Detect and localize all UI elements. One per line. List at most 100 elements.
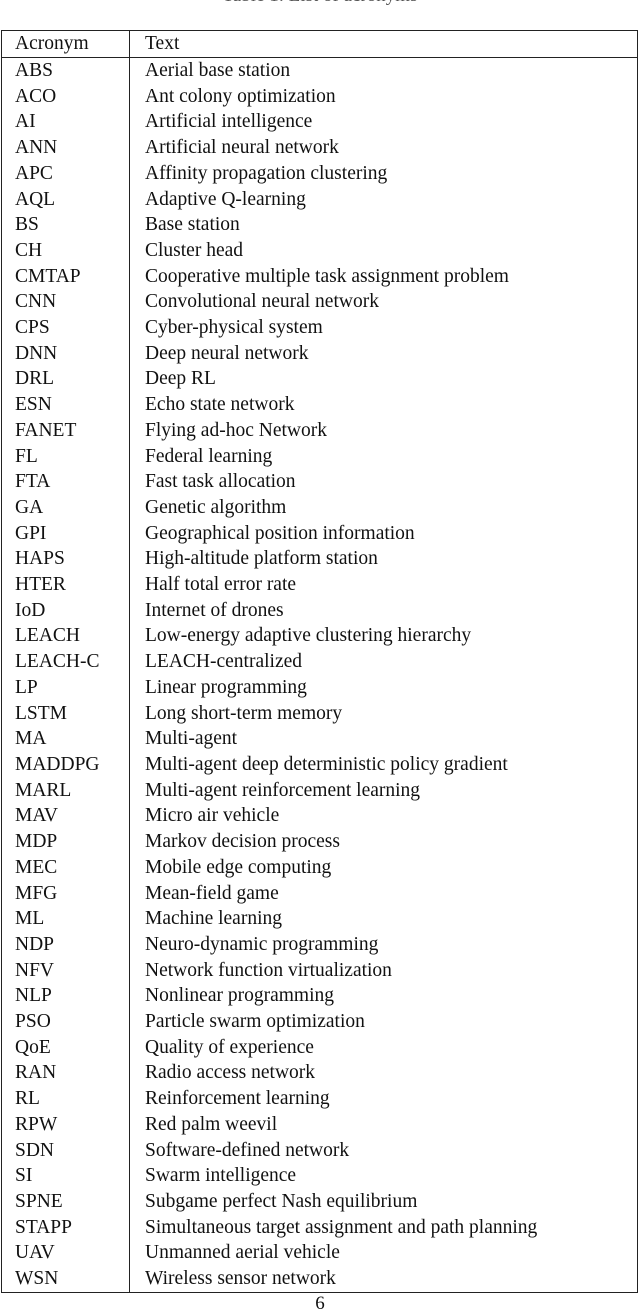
definition-cell: Markov decision process xyxy=(145,831,340,853)
table-row: LEACH Low-energy adaptive clustering hier… xyxy=(1,623,638,650)
acronym-cell: RL xyxy=(1,1086,130,1112)
definition-cell: Artificial intelligence xyxy=(145,111,313,133)
definition-cell: Convolutional neural network xyxy=(145,291,379,313)
definition-cell: Swarm intelligence xyxy=(145,1165,297,1187)
acronym-cell: CH xyxy=(1,237,130,264)
acronym-cell: ML xyxy=(1,906,130,932)
definition-cell: Artificial neural network xyxy=(145,137,339,159)
table-row: ML Machine learning xyxy=(1,906,638,932)
acronym-cell: FL xyxy=(1,443,130,470)
table-row: NFV Network function virtualization xyxy=(1,957,638,984)
table-row: MEC Mobile edge computing xyxy=(1,854,638,881)
table-row: HTER Half total error rate xyxy=(1,572,638,598)
table-row: MARL Multi-agent reinforcement learning xyxy=(1,777,638,804)
table-row: PSO Particle swarm optimization xyxy=(1,1009,638,1035)
definition-cell: Micro air vehicle xyxy=(145,805,280,827)
acronym-cell: LP xyxy=(1,674,130,701)
definition-cell: Subgame perfect Nash equilibrium xyxy=(145,1190,418,1212)
acronym-cell: LSTM xyxy=(1,700,130,727)
acronym-cell: LEACH xyxy=(1,623,130,650)
definition-cell: Mean-field game xyxy=(145,882,279,904)
acronym-cell: MADDPG xyxy=(1,751,130,778)
definition-cell: Low-energy adaptive clustering hierarchy xyxy=(145,625,472,647)
acronym-cell: IoD xyxy=(1,597,130,624)
acronym-cell: CMTAP xyxy=(1,263,130,290)
table-row: FL Federal learning xyxy=(1,443,638,470)
definition-cell: Internet of drones xyxy=(145,599,284,621)
table-row: BS Base station xyxy=(1,212,638,238)
definition-cell: Adaptive Q-learning xyxy=(145,188,306,210)
table-row: NLP Nonlinear programming xyxy=(1,983,638,1010)
acronym-cell: SPNE xyxy=(1,1188,130,1215)
table-row: LP Linear programming xyxy=(1,674,638,701)
definition-cell: Ant colony optimization xyxy=(145,85,336,107)
acronym-cell: PSO xyxy=(1,1009,130,1035)
acronym-cell: MDP xyxy=(1,829,130,855)
acronym-cell: LEACH-C xyxy=(1,649,130,675)
definition-cell: Deep neural network xyxy=(145,342,309,364)
definition-cell: Fast task allocation xyxy=(145,471,296,493)
table-row: RPW Red palm weevil xyxy=(1,1111,638,1138)
acronym-cell: APC xyxy=(1,160,130,187)
table-row: CPS Cyber-physical system xyxy=(1,315,638,341)
acronym-cell: CNN xyxy=(1,289,130,316)
definition-cell: High-altitude platform station xyxy=(145,548,378,570)
acronym-cell: FTA xyxy=(1,469,130,495)
acronym-cell: STAPP xyxy=(1,1214,130,1241)
table-row: WSN Wireless sensor network xyxy=(1,1266,638,1293)
acronym-cell: BS xyxy=(1,212,130,238)
acronym-cell: MFG xyxy=(1,880,130,907)
table-row: RAN Radio access network xyxy=(1,1060,638,1087)
table-row: ESN Echo state network xyxy=(1,392,638,418)
table-row: AQL Adaptive Q-learning xyxy=(1,186,638,213)
table-row: LEACH-C LEACH-centralized xyxy=(1,649,638,675)
table-row: FTA Fast task allocation xyxy=(1,469,638,495)
acronym-cell: AQL xyxy=(1,186,130,213)
table-row: GPI Geographical position information xyxy=(1,520,638,547)
definition-cell: Affinity propagation clustering xyxy=(145,162,388,184)
acronym-cell: AI xyxy=(1,109,130,136)
acronym-cell: HAPS xyxy=(1,546,130,573)
table-row: UAV Unmanned aerial vehicle xyxy=(1,1240,638,1267)
acronym-cell: GA xyxy=(1,494,130,521)
table-row: LSTM Long short-term memory xyxy=(1,700,638,727)
table-row: MFG Mean-field game xyxy=(1,880,638,907)
acronym-cell: QoE xyxy=(1,1034,130,1061)
table-row: ABS Aerial base station xyxy=(1,57,638,84)
acronym-cell: MA xyxy=(1,726,130,752)
table-row: GA Genetic algorithm xyxy=(1,494,638,521)
definition-cell: Red palm weevil xyxy=(145,1113,278,1135)
definition-cell: Multi-agent reinforcement learning xyxy=(145,779,421,801)
acronym-cell: NLP xyxy=(1,983,130,1010)
table-row: CNN Convolutional neural network xyxy=(1,289,638,316)
definition-cell: Radio access network xyxy=(145,1062,316,1084)
table-row: QoE Quality of experience xyxy=(1,1034,638,1061)
table-header-row: Acronym Text xyxy=(1,30,638,58)
table-row: MA Multi-agent xyxy=(1,726,638,752)
table-caption: Table 1: List of acronyms xyxy=(0,0,640,6)
table-row: APC Affinity propagation clustering xyxy=(1,160,638,187)
acronym-cell: GPI xyxy=(1,520,130,547)
acronym-cell: UAV xyxy=(1,1240,130,1267)
acronym-cell: DRL xyxy=(1,366,130,393)
header-text: Text xyxy=(129,30,638,58)
table-row: DRL Deep RL xyxy=(1,366,638,393)
table-row: CH Cluster head xyxy=(1,237,638,264)
definition-cell: Multi-agent xyxy=(145,728,238,750)
acronym-cell: ACO xyxy=(1,83,130,110)
page-number: 6 xyxy=(315,1293,325,1314)
definition-cell: Cooperative multiple task assignment pro… xyxy=(145,265,509,287)
definition-cell: Neuro-dynamic programming xyxy=(145,933,379,955)
acronym-cell: FANET xyxy=(1,417,130,444)
definition-cell: Flying ad-hoc Network xyxy=(145,419,327,441)
definition-cell: Long short-term memory xyxy=(145,702,343,724)
definition-cell: LEACH-centralized xyxy=(145,651,303,673)
table-row: RL Reinforcement learning xyxy=(1,1086,638,1112)
table-row: HAPS High-altitude platform station xyxy=(1,546,638,573)
table-row: ACO Ant colony optimization xyxy=(1,83,638,110)
definition-cell: Cluster head xyxy=(145,239,244,261)
definition-cell: Unmanned aerial vehicle xyxy=(145,1242,340,1264)
acronym-cell: SI xyxy=(1,1163,130,1189)
definition-cell: Federal learning xyxy=(145,445,273,467)
acronym-cell: MEC xyxy=(1,854,130,881)
